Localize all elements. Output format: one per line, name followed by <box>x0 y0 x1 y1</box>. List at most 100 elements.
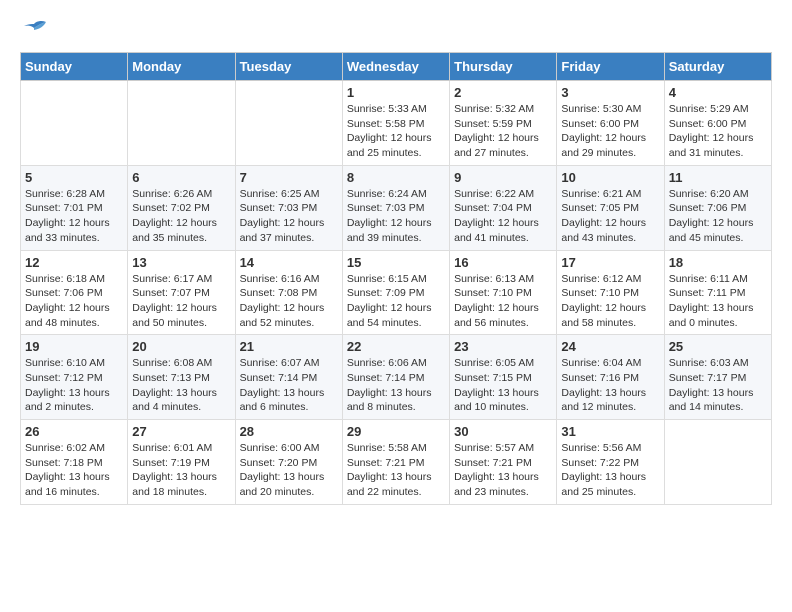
day-info: Sunrise: 6:04 AM Sunset: 7:16 PM Dayligh… <box>561 356 659 415</box>
calendar-empty-cell <box>128 81 235 166</box>
day-number: 19 <box>25 339 123 354</box>
day-info: Sunrise: 6:10 AM Sunset: 7:12 PM Dayligh… <box>25 356 123 415</box>
day-info: Sunrise: 6:03 AM Sunset: 7:17 PM Dayligh… <box>669 356 767 415</box>
day-number: 7 <box>240 170 338 185</box>
calendar-day-header-monday: Monday <box>128 53 235 81</box>
day-number: 28 <box>240 424 338 439</box>
day-info: Sunrise: 6:07 AM Sunset: 7:14 PM Dayligh… <box>240 356 338 415</box>
day-number: 2 <box>454 85 552 100</box>
calendar-day-18: 18Sunrise: 6:11 AM Sunset: 7:11 PM Dayli… <box>664 250 771 335</box>
calendar-week-row: 12 Sunrise: 6:18 AM Sunset: 7:06 PM Dayli… <box>21 250 772 335</box>
calendar-day-5: 5 Sunrise: 6:28 AM Sunset: 7:01 PM Daylig… <box>21 165 128 250</box>
day-info: Sunrise: 6:26 AM Sunset: 7:02 PM Dayligh… <box>132 187 230 246</box>
calendar-day-7: 7 Sunrise: 6:25 AM Sunset: 7:03 PM Daylig… <box>235 165 342 250</box>
day-info: Sunrise: 6:24 AM Sunset: 7:03 PM Dayligh… <box>347 187 445 246</box>
calendar-day-header-tuesday: Tuesday <box>235 53 342 81</box>
calendar-day-3: 3Sunrise: 5:30 AM Sunset: 6:00 PM Daylig… <box>557 81 664 166</box>
day-number: 11 <box>669 170 767 185</box>
calendar-day-27: 27Sunrise: 6:01 AM Sunset: 7:19 PM Dayli… <box>128 420 235 505</box>
calendar-day-header-wednesday: Wednesday <box>342 53 449 81</box>
day-number: 30 <box>454 424 552 439</box>
day-number: 6 <box>132 170 230 185</box>
calendar-empty-cell <box>21 81 128 166</box>
calendar-day-25: 25Sunrise: 6:03 AM Sunset: 7:17 PM Dayli… <box>664 335 771 420</box>
calendar-day-17: 17 Sunrise: 6:12 AM Sunset: 7:10 PM Dayli… <box>557 250 664 335</box>
day-number: 3 <box>561 85 659 100</box>
calendar-empty-cell <box>664 420 771 505</box>
calendar-day-28: 28 Sunrise: 6:00 AM Sunset: 7:20 PM Dayli… <box>235 420 342 505</box>
calendar-day-6: 6 Sunrise: 6:26 AM Sunset: 7:02 PM Daylig… <box>128 165 235 250</box>
calendar-day-23: 23Sunrise: 6:05 AM Sunset: 7:15 PM Dayli… <box>450 335 557 420</box>
calendar-day-11: 11 Sunrise: 6:20 AM Sunset: 7:06 PM Dayli… <box>664 165 771 250</box>
day-info: Sunrise: 6:13 AM Sunset: 7:10 PM Dayligh… <box>454 272 552 331</box>
day-number: 9 <box>454 170 552 185</box>
calendar-week-row: 26 Sunrise: 6:02 AM Sunset: 7:18 PM Dayli… <box>21 420 772 505</box>
day-number: 26 <box>25 424 123 439</box>
calendar-day-9: 9Sunrise: 6:22 AM Sunset: 7:04 PM Daylig… <box>450 165 557 250</box>
calendar-day-12: 12 Sunrise: 6:18 AM Sunset: 7:06 PM Dayli… <box>21 250 128 335</box>
day-number: 13 <box>132 255 230 270</box>
day-info: Sunrise: 6:21 AM Sunset: 7:05 PM Dayligh… <box>561 187 659 246</box>
day-number: 1 <box>347 85 445 100</box>
calendar-day-1: 1 Sunrise: 5:33 AM Sunset: 5:58 PM Daylig… <box>342 81 449 166</box>
calendar-day-header-sunday: Sunday <box>21 53 128 81</box>
day-number: 17 <box>561 255 659 270</box>
day-info: Sunrise: 6:17 AM Sunset: 7:07 PM Dayligh… <box>132 272 230 331</box>
calendar-day-31: 31Sunrise: 5:56 AM Sunset: 7:22 PM Dayli… <box>557 420 664 505</box>
day-number: 31 <box>561 424 659 439</box>
calendar-day-10: 10Sunrise: 6:21 AM Sunset: 7:05 PM Dayli… <box>557 165 664 250</box>
day-number: 14 <box>240 255 338 270</box>
calendar-week-row: 5 Sunrise: 6:28 AM Sunset: 7:01 PM Daylig… <box>21 165 772 250</box>
day-info: Sunrise: 5:32 AM Sunset: 5:59 PM Dayligh… <box>454 102 552 161</box>
day-info: Sunrise: 5:58 AM Sunset: 7:21 PM Dayligh… <box>347 441 445 500</box>
calendar-day-8: 8 Sunrise: 6:24 AM Sunset: 7:03 PM Daylig… <box>342 165 449 250</box>
day-info: Sunrise: 6:11 AM Sunset: 7:11 PM Dayligh… <box>669 272 767 331</box>
day-info: Sunrise: 5:33 AM Sunset: 5:58 PM Dayligh… <box>347 102 445 161</box>
day-number: 23 <box>454 339 552 354</box>
calendar-day-26: 26 Sunrise: 6:02 AM Sunset: 7:18 PM Dayli… <box>21 420 128 505</box>
day-number: 8 <box>347 170 445 185</box>
calendar-day-4: 4Sunrise: 5:29 AM Sunset: 6:00 PM Daylig… <box>664 81 771 166</box>
calendar-table: SundayMondayTuesdayWednesdayThursdayFrid… <box>20 52 772 505</box>
day-info: Sunrise: 6:25 AM Sunset: 7:03 PM Dayligh… <box>240 187 338 246</box>
calendar-day-14: 14 Sunrise: 6:16 AM Sunset: 7:08 PM Dayli… <box>235 250 342 335</box>
day-info: Sunrise: 6:16 AM Sunset: 7:08 PM Dayligh… <box>240 272 338 331</box>
day-number: 22 <box>347 339 445 354</box>
day-info: Sunrise: 6:00 AM Sunset: 7:20 PM Dayligh… <box>240 441 338 500</box>
calendar-day-15: 15 Sunrise: 6:15 AM Sunset: 7:09 PM Dayli… <box>342 250 449 335</box>
page-header <box>20 20 772 42</box>
calendar-empty-cell <box>235 81 342 166</box>
day-number: 12 <box>25 255 123 270</box>
calendar-day-20: 20 Sunrise: 6:08 AM Sunset: 7:13 PM Dayli… <box>128 335 235 420</box>
day-info: Sunrise: 6:12 AM Sunset: 7:10 PM Dayligh… <box>561 272 659 331</box>
day-number: 16 <box>454 255 552 270</box>
day-info: Sunrise: 6:06 AM Sunset: 7:14 PM Dayligh… <box>347 356 445 415</box>
day-info: Sunrise: 6:18 AM Sunset: 7:06 PM Dayligh… <box>25 272 123 331</box>
calendar-day-24: 24Sunrise: 6:04 AM Sunset: 7:16 PM Dayli… <box>557 335 664 420</box>
day-info: Sunrise: 6:28 AM Sunset: 7:01 PM Dayligh… <box>25 187 123 246</box>
calendar-day-header-thursday: Thursday <box>450 53 557 81</box>
calendar-day-16: 16 Sunrise: 6:13 AM Sunset: 7:10 PM Dayli… <box>450 250 557 335</box>
calendar-week-row: 19 Sunrise: 6:10 AM Sunset: 7:12 PM Dayli… <box>21 335 772 420</box>
day-number: 20 <box>132 339 230 354</box>
day-number: 4 <box>669 85 767 100</box>
calendar-day-30: 30Sunrise: 5:57 AM Sunset: 7:21 PM Dayli… <box>450 420 557 505</box>
calendar-day-29: 29Sunrise: 5:58 AM Sunset: 7:21 PM Dayli… <box>342 420 449 505</box>
calendar-body: 1 Sunrise: 5:33 AM Sunset: 5:58 PM Daylig… <box>21 81 772 505</box>
calendar-week-row: 1 Sunrise: 5:33 AM Sunset: 5:58 PM Daylig… <box>21 81 772 166</box>
calendar-day-header-saturday: Saturday <box>664 53 771 81</box>
day-number: 5 <box>25 170 123 185</box>
bird-logo-icon <box>20 20 48 42</box>
calendar-day-21: 21Sunrise: 6:07 AM Sunset: 7:14 PM Dayli… <box>235 335 342 420</box>
calendar-day-19: 19 Sunrise: 6:10 AM Sunset: 7:12 PM Dayli… <box>21 335 128 420</box>
day-number: 15 <box>347 255 445 270</box>
day-info: Sunrise: 6:02 AM Sunset: 7:18 PM Dayligh… <box>25 441 123 500</box>
day-info: Sunrise: 6:15 AM Sunset: 7:09 PM Dayligh… <box>347 272 445 331</box>
calendar-header-row: SundayMondayTuesdayWednesdayThursdayFrid… <box>21 53 772 81</box>
calendar-day-22: 22 Sunrise: 6:06 AM Sunset: 7:14 PM Dayli… <box>342 335 449 420</box>
calendar-day-header-friday: Friday <box>557 53 664 81</box>
logo <box>20 20 48 42</box>
day-number: 27 <box>132 424 230 439</box>
day-info: Sunrise: 6:08 AM Sunset: 7:13 PM Dayligh… <box>132 356 230 415</box>
day-info: Sunrise: 6:20 AM Sunset: 7:06 PM Dayligh… <box>669 187 767 246</box>
